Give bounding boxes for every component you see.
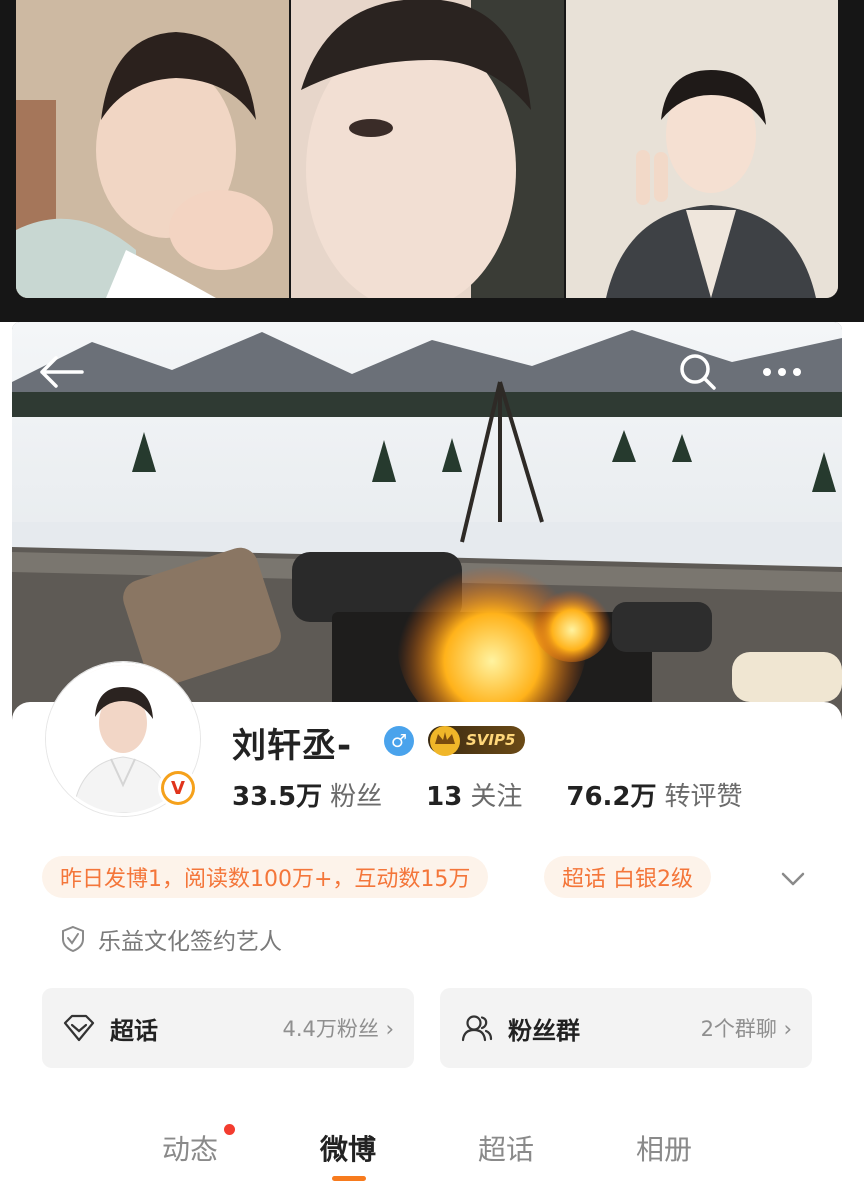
stat-following-value: 13: [426, 782, 463, 812]
stat-interactions[interactable]: 76.2万 转评赞: [566, 776, 742, 813]
profile-tabs: 动态 微博 超话 相册: [12, 1118, 842, 1181]
more-options-icon[interactable]: [760, 358, 804, 386]
collage-photo-middle: [291, 0, 564, 298]
stat-following[interactable]: 13 关注: [426, 776, 522, 813]
active-tab-indicator: [332, 1176, 366, 1181]
crown-icon: [430, 726, 460, 756]
supertopic-card[interactable]: 超话 4.4万粉丝 ›: [42, 988, 414, 1068]
tab-weibo[interactable]: 微博: [320, 1128, 376, 1168]
profile-stats: 33.5万 粉丝 13 关注 76.2万 转评赞: [232, 776, 787, 813]
stat-followers-value: 33.5万: [232, 782, 323, 812]
fan-group-card[interactable]: 粉丝群 2个群聊 ›: [440, 988, 812, 1068]
back-arrow-icon[interactable]: [38, 352, 84, 392]
stat-following-label: 关注: [470, 782, 523, 812]
profile-screen: V 刘轩丞- ♂ SVIP5 33.5万 粉丝 13 关注 76.2万 转评赞 …: [12, 322, 842, 1181]
collage-photo-left: [16, 0, 289, 298]
diamond-icon: [63, 1014, 95, 1042]
search-icon[interactable]: [678, 352, 718, 392]
fan-group-card-sub: 2个群聊 ›: [700, 1017, 792, 1041]
signature-text: 乐益文化签约艺人: [98, 929, 282, 955]
notification-dot: [224, 1124, 235, 1135]
supertopic-level-chip[interactable]: 超话 白银2级: [544, 856, 711, 898]
supertopic-card-sub: 4.4万粉丝 ›: [282, 1017, 394, 1041]
stat-interactions-value: 76.2万: [566, 782, 657, 812]
signature-row: 乐益文化签约艺人: [60, 922, 282, 956]
male-icon: ♂: [384, 726, 414, 756]
stat-interactions-label: 转评赞: [664, 782, 743, 812]
verified-badge-icon: V: [158, 768, 198, 808]
svip-label: SVIP5: [466, 731, 516, 749]
stat-followers-label: 粉丝: [330, 782, 383, 812]
collage-photo-right: [566, 0, 838, 298]
tab-album[interactable]: 相册: [636, 1128, 692, 1168]
chevron-down-icon[interactable]: [778, 864, 808, 894]
svip-badge[interactable]: SVIP5: [428, 726, 526, 756]
stat-followers[interactable]: 33.5万 粉丝: [232, 776, 382, 813]
tab-supertopic[interactable]: 超话: [478, 1128, 534, 1168]
supertopic-card-title: 超话: [110, 1016, 158, 1045]
verified-badge-label: V: [164, 774, 192, 802]
photo-collage: [0, 0, 864, 322]
username: 刘轩丞-: [232, 726, 353, 766]
shield-icon: [62, 925, 84, 953]
activity-chip[interactable]: 昨日发博1，阅读数100万+，互动数15万: [42, 856, 489, 898]
fan-group-card-title: 粉丝群: [508, 1016, 580, 1045]
tab-dynamic[interactable]: 动态: [162, 1128, 218, 1168]
group-icon: [461, 1015, 493, 1042]
